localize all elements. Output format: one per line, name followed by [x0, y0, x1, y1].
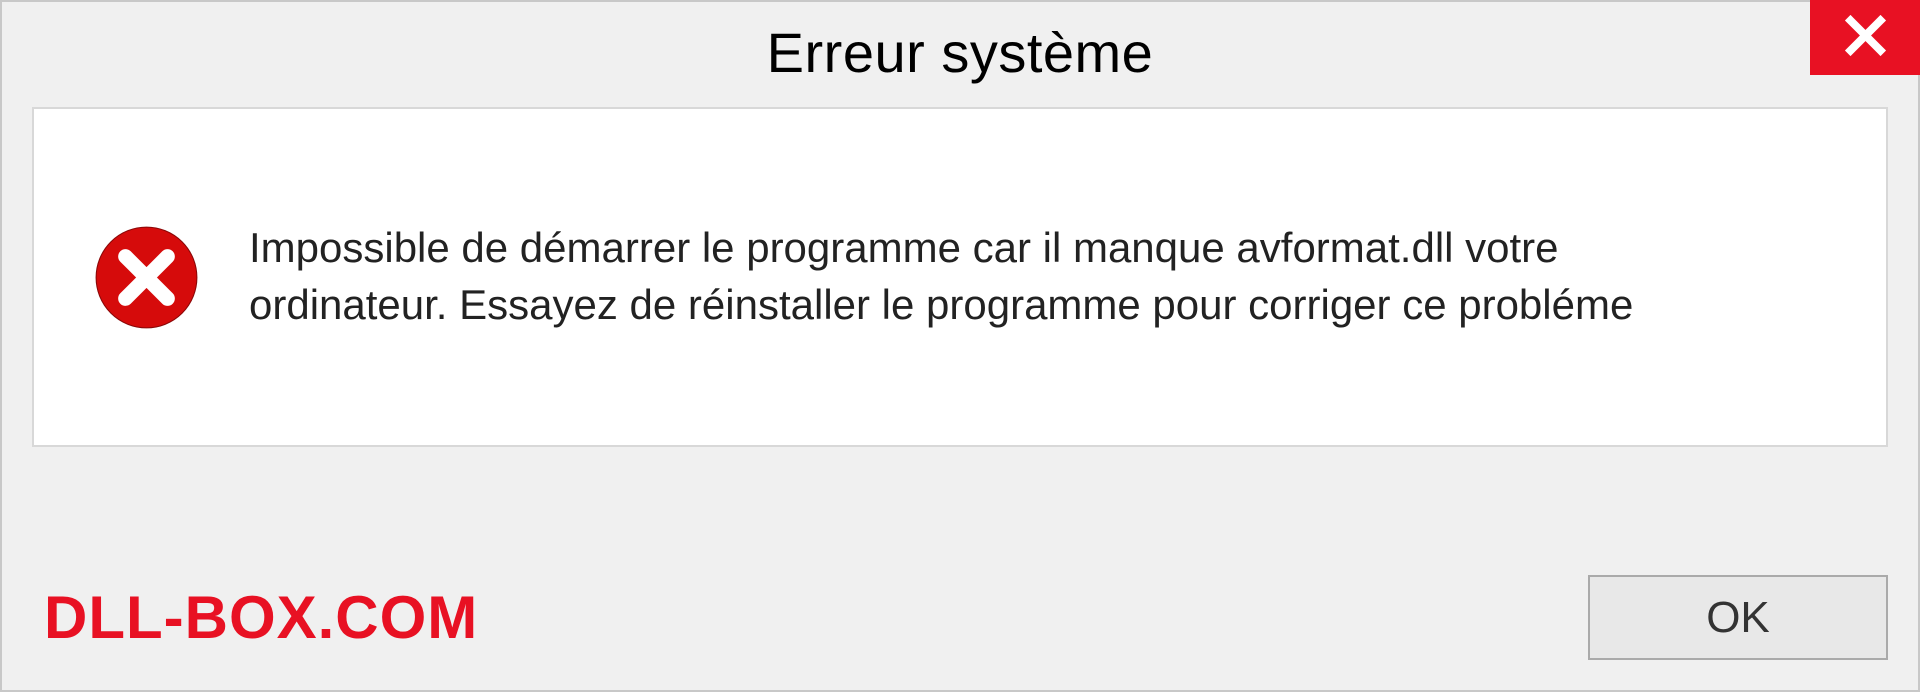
error-message: Impossible de démarrer le programme car … — [249, 220, 1729, 333]
error-icon — [94, 225, 199, 330]
watermark-text: DLL-BOX.COM — [32, 583, 478, 652]
error-dialog: Erreur système Impossible de démarrer le… — [0, 0, 1920, 692]
dialog-footer: DLL-BOX.COM OK — [32, 575, 1888, 660]
content-panel: Impossible de démarrer le programme car … — [32, 107, 1888, 447]
title-bar: Erreur système — [2, 2, 1918, 102]
ok-button[interactable]: OK — [1588, 575, 1888, 660]
close-icon — [1843, 13, 1888, 63]
dialog-title: Erreur système — [767, 20, 1154, 85]
close-button[interactable] — [1810, 0, 1920, 75]
